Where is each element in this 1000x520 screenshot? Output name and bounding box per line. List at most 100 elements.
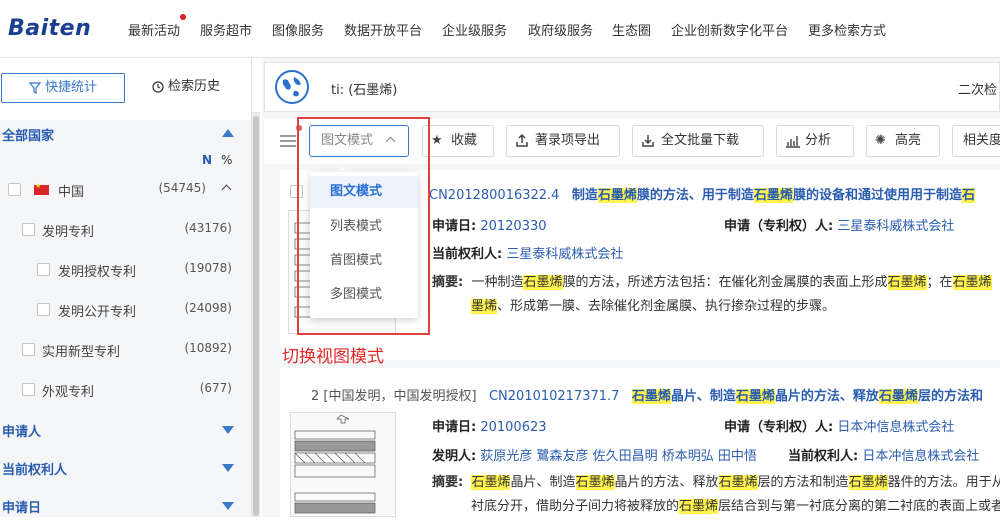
result-title-1[interactable]: CN201280016322.4 制造石墨烯膜的方法、用于制造石墨烯膜的设备和通…	[429, 184, 975, 203]
result-title-2[interactable]: 2 [中国发明，中国发明授权] CN201010217371.7 石墨烯晶片、制…	[311, 385, 983, 404]
tree-count: (43176)	[184, 221, 232, 235]
annotation-highlight-box	[297, 117, 430, 335]
tree-row-design[interactable]: 外观专利 (677)	[0, 378, 252, 402]
china-flag-icon	[34, 185, 49, 195]
collect-button[interactable]: ★收藏	[422, 125, 494, 157]
analyze-button[interactable]: 分析	[776, 125, 854, 157]
result-pub-number[interactable]: CN201280016322.4	[429, 188, 559, 203]
abs-seg: 衬底分开，借助分子间力将被释放的	[471, 499, 679, 514]
clock-icon	[152, 81, 164, 93]
expand-down-icon[interactable]	[222, 502, 234, 510]
chevron-up-icon[interactable]	[222, 185, 232, 195]
abs-highlight: 石墨烯	[679, 499, 718, 514]
apply-date-field: 申请日: 20120330	[432, 215, 547, 234]
applicant-field: 申请（专利权）人: 三星泰科威株式会社	[724, 215, 954, 234]
checkbox[interactable]	[22, 223, 35, 236]
collapse-up-icon[interactable]	[222, 129, 234, 137]
sort-by-percent[interactable]: %	[221, 153, 232, 167]
owner-link[interactable]: 三星泰科威株式会社	[506, 247, 623, 262]
abstract-line-2: 墨烯、形成第一膜、去除催化剂金属膜、执行掺杂过程的步骤。	[471, 295, 835, 319]
nav-more-search[interactable]: 更多检索方式	[808, 20, 886, 39]
tab-quick-stats[interactable]: 快捷统计	[1, 73, 125, 103]
tab-search-history[interactable]: 检索历史	[124, 73, 248, 103]
nav-ecosystem[interactable]: 生态圈	[612, 20, 651, 39]
tree-count: (677)	[200, 381, 232, 395]
section-all-countries[interactable]: 全部国家	[0, 122, 252, 146]
tree-row-invention[interactable]: 发明专利 (43176)	[0, 218, 252, 242]
section-current-owner[interactable]: 当前权利人	[0, 456, 252, 480]
checkbox[interactable]	[22, 383, 35, 396]
globe-icon[interactable]	[275, 70, 309, 104]
tree-row-utility-model[interactable]: 实用新型专利 (10892)	[0, 338, 252, 362]
abstract-line-1: 摘要: 石墨烯晶片、制造石墨烯晶片的方法、释放石墨烯层的方法和制造石墨烯器件的方…	[432, 471, 1000, 495]
relevance-sort-button[interactable]: 相关度	[952, 125, 1000, 157]
section-current-owner-label: 当前权利人	[2, 459, 67, 478]
apply-date-value[interactable]: 20100623	[480, 420, 546, 435]
result-pub-number[interactable]: CN201010217371.7	[489, 389, 619, 404]
applicant-field: 申请（专利权）人: 日本冲信息株式会社	[724, 416, 954, 435]
title-highlight: 石墨烯	[754, 188, 793, 203]
result-thumbnail[interactable]	[290, 412, 396, 517]
expand-down-icon[interactable]	[222, 464, 234, 472]
expand-down-icon[interactable]	[222, 426, 234, 434]
field-label: 摘要:	[432, 275, 463, 290]
nav-government[interactable]: 政府级服务	[528, 20, 593, 39]
section-apply-date[interactable]: 申请日	[0, 494, 252, 517]
field-label: 申请（专利权）人:	[724, 219, 833, 234]
owner-field: 当前权利人: 日本冲信息株式会社	[788, 445, 979, 464]
tree-row-invention-published[interactable]: 发明公开专利 (24098)	[0, 298, 252, 322]
checkbox[interactable]	[22, 343, 35, 356]
tree-label: 发明专利	[42, 221, 94, 240]
export-icon	[515, 134, 529, 148]
checkbox[interactable]	[37, 263, 50, 276]
sidebar-scrollbar-thumb[interactable]	[253, 116, 259, 516]
nav-latest-events[interactable]: 最新活动	[128, 20, 180, 39]
abs-seg: 一种制造	[471, 275, 523, 290]
filter-icon	[29, 82, 41, 94]
abs-highlight: 石墨烯	[471, 475, 510, 490]
abstract-line-2: 衬底分开，借助分子间力将被释放的石墨烯层结合到与第一衬底分离的第二衬底的表面上或…	[471, 495, 1000, 519]
tab-quick-stats-label: 快捷统计	[45, 80, 97, 95]
bulk-download-button[interactable]: 全文批量下载	[632, 125, 764, 157]
search-bar[interactable]: ti: (石墨烯) 二次检	[264, 62, 1000, 112]
tree-row-invention-granted[interactable]: 发明授权专利 (19078)	[0, 258, 252, 282]
tree-count: (24098)	[184, 301, 232, 315]
apply-date-field: 申请日: 20100623	[432, 416, 547, 435]
nav-open-data[interactable]: 数据开放平台	[344, 20, 422, 39]
result-item-2: 2 [中国发明，中国发明授权] CN201010217371.7 石墨烯晶片、制…	[280, 368, 1000, 517]
highlight-button[interactable]: ✺高亮	[866, 125, 940, 157]
search-query-text[interactable]: ti: (石墨烯)	[331, 79, 397, 98]
apply-date-value[interactable]: 20120330	[480, 219, 546, 234]
abs-seg: 层的方法和制造	[758, 475, 849, 490]
title-highlight: 石墨烯	[879, 389, 918, 404]
tree-row-china[interactable]: 中国 (54745)	[0, 178, 252, 202]
list-view-icon[interactable]	[280, 135, 296, 147]
title-highlight: 石墨烯	[598, 188, 637, 203]
export-biblio-button[interactable]: 著录项导出	[506, 125, 620, 157]
inventor-field: 发明人: 荻原光彦 鷺森友彦 佐久田昌明 桥本明弘 田中悟	[432, 445, 757, 464]
result-index: 2	[311, 389, 319, 404]
title-seg: 膜的方法、用于制造	[637, 188, 754, 203]
nav-image-service[interactable]: 图像服务	[272, 20, 324, 39]
checkbox[interactable]	[8, 183, 21, 196]
applicant-link[interactable]: 三星泰科威株式会社	[837, 219, 954, 234]
checkbox[interactable]	[37, 303, 50, 316]
field-label: 当前权利人:	[432, 247, 502, 262]
highlight-label: 高亮	[895, 133, 921, 148]
sort-by-count[interactable]: N	[202, 153, 212, 167]
sidebar: 快捷统计 检索历史 全部国家 N % 中国 (54745) 发明专利 (4317…	[0, 58, 252, 517]
abs-highlight: 石墨烯	[576, 475, 615, 490]
section-applicant[interactable]: 申请人	[0, 418, 252, 442]
inventor-links[interactable]: 荻原光彦 鷺森友彦 佐久田昌明 桥本明弘 田中悟	[480, 449, 757, 464]
new-badge-dot	[180, 14, 186, 20]
secondary-search-link[interactable]: 二次检	[958, 79, 997, 98]
nav-enterprise[interactable]: 企业级服务	[442, 20, 507, 39]
field-label: 申请日:	[432, 420, 476, 435]
owner-link[interactable]: 日本冲信息株式会社	[862, 449, 979, 464]
result-tags: [中国发明，中国发明授权]	[323, 389, 476, 404]
nav-digital-platform[interactable]: 企业创新数字化平台	[671, 20, 788, 39]
baiten-logo[interactable]: Baiten	[8, 16, 91, 41]
applicant-link[interactable]: 日本冲信息株式会社	[837, 420, 954, 435]
field-label: 当前权利人:	[788, 449, 858, 464]
nav-service-market[interactable]: 服务超市	[200, 20, 252, 39]
